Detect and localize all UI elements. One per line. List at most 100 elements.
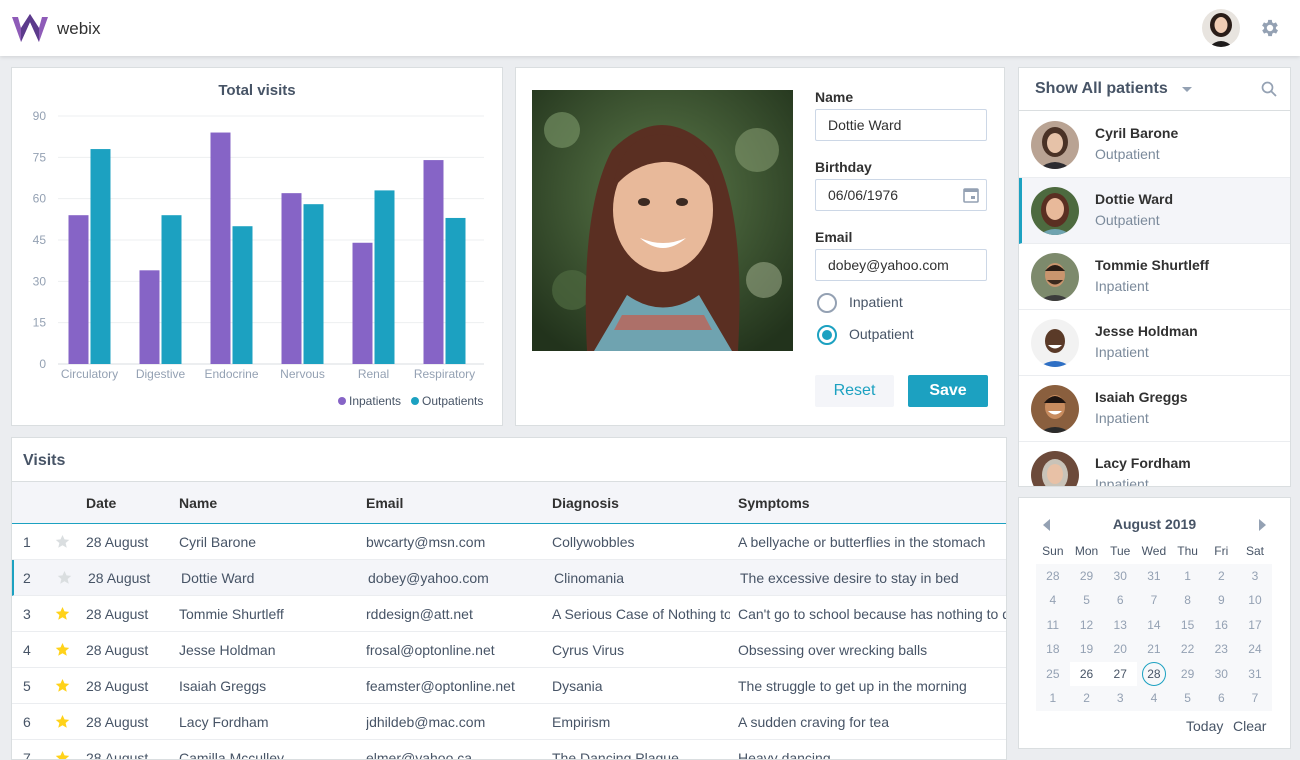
- calendar-day[interactable]: 9: [1204, 588, 1238, 613]
- calendar-day[interactable]: 29: [1070, 564, 1104, 589]
- patient-item[interactable]: Jesse Holdman Inpatient: [1019, 310, 1290, 376]
- calendar-day[interactable]: 15: [1171, 613, 1205, 638]
- column-header-name[interactable]: Name: [179, 495, 217, 511]
- calendar-day[interactable]: 22: [1171, 637, 1205, 662]
- bar-inpatients: [423, 160, 444, 364]
- table-row[interactable]: 5 28 August Isaiah Greggs feamster@optonlin…: [12, 668, 1006, 704]
- calendar-day[interactable]: 20: [1103, 637, 1137, 662]
- calendar-day[interactable]: 19: [1070, 637, 1104, 662]
- name-field[interactable]: Dottie Ward: [815, 109, 987, 141]
- bar-inpatients: [68, 215, 89, 364]
- column-header-date[interactable]: Date: [86, 495, 116, 511]
- calendar-day[interactable]: 2: [1070, 686, 1104, 711]
- calendar-day[interactable]: 29: [1171, 662, 1205, 687]
- table-row[interactable]: 1 28 August Cyril Barone bwcarty@msn.com Col…: [12, 524, 1006, 560]
- calendar-day[interactable]: 5: [1070, 588, 1104, 613]
- star-icon[interactable]: [55, 606, 70, 621]
- calendar-day[interactable]: 27: [1103, 661, 1138, 686]
- star-icon[interactable]: [55, 678, 70, 693]
- bar-inpatients: [210, 132, 231, 364]
- calendar-day[interactable]: 30: [1204, 662, 1238, 687]
- calendar-day[interactable]: 6: [1103, 588, 1137, 613]
- radio-outpatient-circle[interactable]: [817, 325, 837, 345]
- column-header-email[interactable]: Email: [366, 495, 403, 511]
- column-header-diagnosis[interactable]: Diagnosis: [552, 495, 619, 511]
- patients-list-panel: Show All patients Cyril Barone Outpatien…: [1018, 67, 1291, 487]
- patient-item[interactable]: Cyril Barone Outpatient: [1019, 112, 1290, 178]
- calendar-day[interactable]: 24: [1238, 637, 1272, 662]
- webix-logo-icon[interactable]: [12, 14, 48, 44]
- calendar-day[interactable]: 28: [1036, 564, 1070, 589]
- radio-inpatient-label[interactable]: Inpatient: [849, 294, 903, 310]
- calendar-day[interactable]: 25: [1036, 662, 1070, 687]
- calendar-day[interactable]: 18: [1036, 637, 1070, 662]
- calendar-day[interactable]: 5: [1171, 686, 1205, 711]
- star-icon[interactable]: [55, 714, 70, 729]
- calendar-day[interactable]: 1: [1171, 564, 1205, 589]
- patient-item[interactable]: Lacy Fordham Inpatient: [1019, 442, 1290, 486]
- calendar-day-number: 24: [1248, 642, 1262, 656]
- calendar-week: 11 12 13 14 15 16 17: [1036, 612, 1272, 638]
- patients-list-header: Show All patients: [1019, 68, 1290, 111]
- patient-item[interactable]: Isaiah Greggs Inpatient: [1019, 376, 1290, 442]
- calendar-day[interactable]: 13: [1103, 613, 1137, 638]
- calendar-day[interactable]: 31: [1137, 564, 1171, 589]
- calendar-day[interactable]: 8: [1171, 588, 1205, 613]
- cell-email: bwcarty@msn.com: [366, 534, 486, 550]
- patient-item[interactable]: Dottie Ward Outpatient: [1019, 178, 1290, 244]
- star-icon[interactable]: [55, 534, 70, 549]
- radio-inpatient-circle[interactable]: [817, 293, 837, 313]
- calendar-day[interactable]: 23: [1204, 637, 1238, 662]
- table-row[interactable]: 7 28 August Camilla Mcculley elmer@yahoo.ca…: [12, 740, 1006, 760]
- table-row[interactable]: 6 28 August Lacy Fordham jdhildeb@mac.com Em…: [12, 704, 1006, 740]
- visits-panel: Visits Date Name Email Diagnosis Symptom…: [11, 437, 1007, 760]
- calendar-day[interactable]: 14: [1137, 613, 1171, 638]
- calendar-day[interactable]: 7: [1137, 588, 1171, 613]
- calendar-month-title[interactable]: August 2019: [1019, 516, 1290, 532]
- reset-button[interactable]: Reset: [815, 375, 894, 407]
- brand-name: webix: [57, 19, 101, 38]
- calendar-day[interactable]: 1: [1036, 686, 1070, 711]
- calendar-day[interactable]: 4: [1137, 686, 1171, 711]
- gear-icon[interactable]: [1259, 17, 1281, 39]
- cell-email: feamster@optonline.net: [366, 678, 515, 694]
- calendar-week: 1 2 3 4 5 6 7: [1036, 686, 1272, 711]
- user-avatar[interactable]: [1202, 9, 1240, 47]
- calendar-day[interactable]: 11: [1036, 613, 1070, 638]
- calendar-day[interactable]: 3: [1238, 564, 1272, 589]
- save-button[interactable]: Save: [908, 375, 988, 407]
- calendar-day[interactable]: 6: [1204, 686, 1238, 711]
- search-icon[interactable]: [1261, 81, 1277, 97]
- calendar-day-today[interactable]: 28: [1137, 661, 1171, 687]
- table-row[interactable]: 3 28 August Tommie Shurtleff rddesign@att.n…: [12, 596, 1006, 632]
- table-row[interactable]: 4 28 August Jesse Holdman frosal@optonline.…: [12, 632, 1006, 668]
- calendar-day[interactable]: 12: [1070, 613, 1104, 638]
- calendar-day[interactable]: 26: [1069, 661, 1104, 686]
- star-icon[interactable]: [55, 642, 70, 657]
- column-header-symptoms[interactable]: Symptoms: [738, 495, 810, 511]
- radio-outpatient-label[interactable]: Outpatient: [849, 326, 914, 342]
- chevron-right-icon[interactable]: [1258, 519, 1266, 531]
- chevron-down-icon[interactable]: [1182, 86, 1192, 94]
- calendar-day[interactable]: 10: [1238, 588, 1272, 613]
- calendar-day[interactable]: 31: [1238, 662, 1272, 687]
- calendar-day-number: 5: [1184, 691, 1191, 705]
- calendar-day[interactable]: 30: [1103, 564, 1137, 589]
- table-row[interactable]: 2 28 August Dottie Ward dobey@yahoo.com Clin…: [12, 560, 1006, 596]
- calendar-day[interactable]: 3: [1103, 686, 1137, 711]
- calendar-day[interactable]: 16: [1204, 613, 1238, 638]
- star-icon[interactable]: [55, 750, 70, 760]
- patient-item[interactable]: Tommie Shurtleff Inpatient: [1019, 244, 1290, 310]
- calendar-day[interactable]: 7: [1238, 686, 1272, 711]
- calendar-icon[interactable]: [962, 186, 980, 204]
- today-button[interactable]: Today: [1186, 718, 1223, 734]
- calendar-day[interactable]: 21: [1137, 637, 1171, 662]
- email-field[interactable]: dobey@yahoo.com: [815, 249, 987, 281]
- clear-button[interactable]: Clear: [1233, 718, 1266, 734]
- calendar-day[interactable]: 4: [1036, 588, 1070, 613]
- patients-filter-select[interactable]: Show All patients: [1035, 80, 1168, 98]
- calendar-day[interactable]: 2: [1204, 564, 1238, 589]
- calendar-day[interactable]: 17: [1238, 613, 1272, 638]
- star-icon[interactable]: [57, 570, 72, 585]
- birthday-field[interactable]: 06/06/1976: [815, 179, 987, 211]
